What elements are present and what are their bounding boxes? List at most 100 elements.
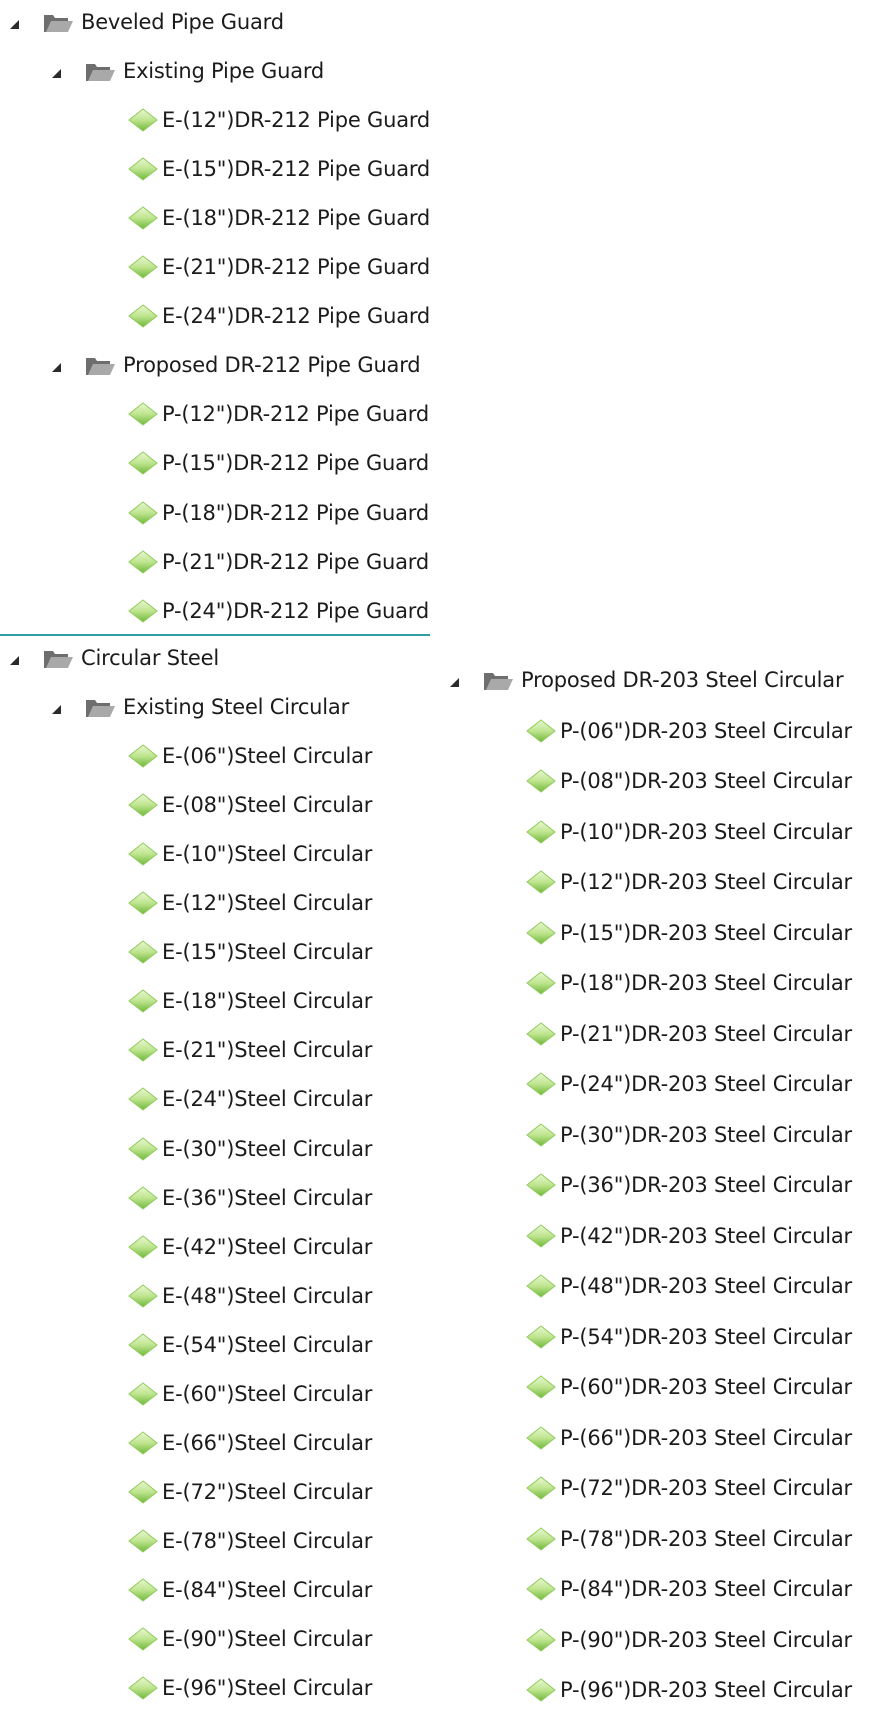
expanded-triangle-icon[interactable] [10, 655, 19, 665]
item-label: P-(30")DR-203 Steel Circular [560, 1122, 852, 1147]
tree-item[interactable]: E-(21")Steel Circular [128, 1030, 372, 1070]
item-label: E-(24")DR-212 Pipe Guard [162, 304, 431, 329]
green-diamond-icon [526, 1021, 556, 1046]
green-diamond-icon [128, 1185, 158, 1210]
tree-item[interactable]: E-(15")DR-212 Pipe Guard [128, 149, 430, 189]
tree-item[interactable]: P-(30")DR-203 Steel Circular [526, 1115, 852, 1155]
tree-item[interactable]: P-(90")DR-203 Steel Circular [526, 1620, 852, 1660]
tree-item[interactable]: P-(72")DR-203 Steel Circular [526, 1468, 852, 1508]
tree-item[interactable]: E-(36")Steel Circular [128, 1178, 372, 1218]
tree-group-circular-steel[interactable]: Circular Steel [10, 638, 219, 678]
green-diamond-icon [128, 1382, 158, 1406]
tree-group-beveled-pipe-guard[interactable]: Beveled Pipe Guard [10, 2, 284, 42]
tree-item[interactable]: E-(66")Steel Circular [128, 1423, 372, 1463]
tree-item[interactable]: P-(84")DR-203 Steel Circular [526, 1569, 852, 1609]
expanded-triangle-icon[interactable] [10, 19, 19, 29]
green-diamond-icon [128, 549, 158, 574]
tree-item[interactable]: E-(12")DR-212 Pipe Guard [128, 100, 430, 140]
tree-item[interactable]: P-(48")DR-203 Steel Circular [526, 1266, 852, 1306]
item-label: E-(54")Steel Circular [162, 1332, 373, 1357]
tree-item[interactable]: P-(21")DR-212 Pipe Guard [128, 542, 429, 582]
green-diamond-icon [128, 1480, 158, 1504]
item-label: P-(12")DR-203 Steel Circular [560, 870, 852, 894]
tree-item[interactable]: E-(15")Steel Circular [128, 932, 372, 972]
tree-item[interactable]: P-(42")DR-203 Steel Circular [526, 1216, 852, 1256]
open-folder-icon [85, 354, 116, 376]
expanded-triangle-icon[interactable] [52, 362, 61, 372]
tree-item[interactable]: E-(08")Steel Circular [128, 785, 372, 825]
tree-item[interactable]: E-(48")Steel Circular [128, 1276, 372, 1316]
tree-item[interactable]: P-(10")DR-203 Steel Circular [526, 812, 852, 852]
green-diamond-icon [128, 1333, 158, 1357]
green-diamond-icon [128, 793, 158, 817]
green-diamond-icon [526, 769, 556, 793]
green-diamond-icon [128, 1234, 158, 1259]
tree-item[interactable]: E-(30")Steel Circular [128, 1129, 372, 1169]
selection-divider [0, 634, 430, 636]
tree-item[interactable]: P-(24")DR-212 Pipe Guard [128, 591, 429, 631]
tree-item[interactable]: E-(12")Steel Circular [128, 883, 372, 923]
tree-folder-existing-steel[interactable]: Existing Steel Circular [52, 687, 349, 727]
expanded-triangle-icon[interactable] [450, 677, 459, 687]
tree-item[interactable]: P-(18")DR-203 Steel Circular [526, 963, 852, 1003]
item-label: E-(18")Steel Circular [162, 989, 373, 1014]
tree-item[interactable]: E-(72")Steel Circular [128, 1472, 372, 1512]
tree-item[interactable]: P-(12")DR-212 Pipe Guard [128, 394, 429, 434]
green-diamond-icon [128, 1038, 158, 1063]
green-diamond-icon [128, 744, 158, 768]
tree-item[interactable]: P-(66")DR-203 Steel Circular [526, 1418, 852, 1458]
tree-item[interactable]: E-(96")Steel Circular [128, 1668, 372, 1708]
tree-item[interactable]: P-(08")DR-203 Steel Circular [526, 761, 852, 801]
tree-item[interactable]: E-(42")Steel Circular [128, 1227, 372, 1267]
open-folder-icon [85, 60, 116, 82]
green-diamond-icon [526, 718, 556, 743]
item-label: P-(08")DR-203 Steel Circular [560, 769, 852, 793]
item-label: E-(21")DR-212 Pipe Guard [162, 255, 431, 280]
open-folder-icon [43, 647, 74, 669]
tree-item[interactable]: P-(06")DR-203 Steel Circular [526, 711, 852, 751]
tree-item[interactable]: E-(54")Steel Circular [128, 1325, 372, 1365]
tree-item[interactable]: P-(24")DR-203 Steel Circular [526, 1064, 852, 1104]
tree-item[interactable]: P-(15")DR-212 Pipe Guard [128, 443, 429, 483]
tree-item[interactable]: E-(60")Steel Circular [128, 1374, 372, 1414]
green-diamond-icon [526, 1425, 556, 1450]
green-diamond-icon [128, 157, 158, 181]
green-diamond-icon [128, 451, 158, 476]
tree-item[interactable]: P-(96")DR-203 Steel Circular [526, 1670, 852, 1710]
green-diamond-icon [526, 1627, 556, 1652]
tree-item[interactable]: P-(54")DR-203 Steel Circular [526, 1317, 852, 1357]
tree-item[interactable]: E-(84")Steel Circular [128, 1570, 372, 1610]
expanded-triangle-icon[interactable] [52, 704, 61, 714]
item-label: E-(12")Steel Circular [162, 891, 373, 916]
tree-item[interactable]: E-(21")DR-212 Pipe Guard [128, 247, 430, 287]
tree-item[interactable]: P-(15")DR-203 Steel Circular [526, 913, 852, 953]
green-diamond-icon [128, 304, 158, 328]
tree-item[interactable]: E-(10")Steel Circular [128, 834, 372, 874]
tree-item[interactable]: P-(21")DR-203 Steel Circular [526, 1014, 852, 1054]
item-label: P-(18")DR-203 Steel Circular [560, 971, 852, 995]
item-label: E-(15")DR-212 Pipe Guard [162, 157, 431, 182]
tree-item[interactable]: E-(06")Steel Circular [128, 736, 372, 776]
item-label: P-(48")DR-203 Steel Circular [560, 1274, 852, 1298]
green-diamond-icon [128, 1529, 158, 1553]
tree-item[interactable]: E-(24")Steel Circular [128, 1079, 372, 1119]
green-diamond-icon [128, 598, 158, 623]
item-label: E-(18")DR-212 Pipe Guard [162, 206, 431, 231]
tree-item[interactable]: P-(36")DR-203 Steel Circular [526, 1165, 852, 1205]
expanded-triangle-icon[interactable] [52, 68, 61, 78]
tree-item[interactable]: P-(78")DR-203 Steel Circular [526, 1519, 852, 1559]
tree-item[interactable]: P-(60")DR-203 Steel Circular [526, 1367, 852, 1407]
tree-folder-proposed-steel[interactable]: Proposed DR-203 Steel Circular [450, 660, 844, 700]
tree-folder-1[interactable]: Proposed DR-212 Pipe Guard [52, 345, 421, 385]
green-diamond-icon [526, 1577, 556, 1601]
folder-label: Proposed DR-203 Steel Circular [521, 668, 844, 692]
tree-folder-0[interactable]: Existing Pipe Guard [52, 51, 324, 91]
tree-item[interactable]: E-(24")DR-212 Pipe Guard [128, 296, 430, 336]
tree-item[interactable]: P-(12")DR-203 Steel Circular [526, 862, 852, 902]
tree-item[interactable]: P-(18")DR-212 Pipe Guard [128, 493, 429, 533]
folder-label: Proposed DR-212 Pipe Guard [123, 353, 421, 378]
tree-item[interactable]: E-(18")Steel Circular [128, 981, 372, 1021]
tree-item[interactable]: E-(78")Steel Circular [128, 1521, 372, 1561]
tree-item[interactable]: E-(90")Steel Circular [128, 1619, 372, 1659]
tree-item[interactable]: E-(18")DR-212 Pipe Guard [128, 198, 430, 238]
